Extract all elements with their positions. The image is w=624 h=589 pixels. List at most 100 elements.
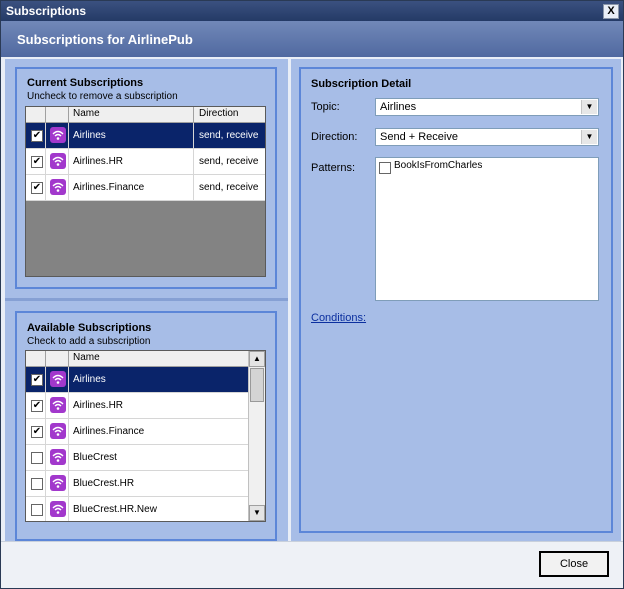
icon-cell <box>46 393 69 418</box>
subscription-detail-group: Subscription Detail Topic: Airlines ▼ Di… <box>299 67 613 533</box>
vertical-scrollbar[interactable]: ▲ ▼ <box>248 351 265 521</box>
wifi-signal-icon <box>50 423 66 439</box>
topic-label: Topic: <box>311 101 340 113</box>
icon-cell <box>46 367 69 392</box>
topic-dropdown[interactable]: Airlines ▼ <box>375 98 599 116</box>
current-subscriptions-hint: Uncheck to remove a subscription <box>27 91 178 102</box>
name-cell: Airlines <box>73 374 106 385</box>
header-name-col[interactable]: Name <box>69 107 194 122</box>
check-cell <box>26 471 46 496</box>
patterns-label: Patterns: <box>311 162 356 174</box>
wifi-signal-icon <box>50 501 66 517</box>
subscription-checkbox[interactable] <box>31 478 43 490</box>
wifi-signal-icon <box>50 179 66 195</box>
list-item[interactable]: BlueCrest.HR <box>26 471 248 497</box>
wifi-signal-icon <box>50 449 66 465</box>
wifi-signal-icon <box>50 475 66 491</box>
check-cell: ✔ <box>26 419 46 444</box>
check-cell: ✔ <box>26 367 46 392</box>
pattern-label: BookIsFromCharles <box>394 160 483 171</box>
wifi-signal-icon <box>50 397 66 413</box>
patterns-list[interactable]: BookIsFromCharles <box>375 157 599 301</box>
icon-cell <box>46 445 69 470</box>
check-cell: ✔ <box>26 123 46 148</box>
direction-cell: send, receive <box>199 156 259 167</box>
list-item[interactable]: BlueCrest.HR.New <box>26 497 248 521</box>
subscription-checkbox[interactable] <box>31 452 43 464</box>
icon-cell <box>46 149 69 174</box>
wifi-signal-icon <box>50 153 66 169</box>
name-cell: Airlines <box>69 123 194 148</box>
subscriptions-window: Subscriptions X Subscriptions for Airlin… <box>0 0 624 589</box>
scroll-down-button[interactable]: ▼ <box>249 505 265 521</box>
name-cell: Airlines.HR <box>73 400 124 411</box>
close-icon: X <box>607 5 615 17</box>
name-cell: Airlines.Finance <box>69 175 194 200</box>
subscription-checkbox[interactable]: ✔ <box>31 182 43 194</box>
icon-cell <box>46 419 69 444</box>
conditions-link[interactable]: Conditions: <box>311 312 366 324</box>
available-subscriptions-grid: Name ✔ Airlines ✔ Airlines.HR ✔ Airlines… <box>25 350 266 522</box>
list-item[interactable]: BlueCrest <box>26 445 248 471</box>
header-icon-col <box>46 351 69 366</box>
wifi-signal-icon <box>50 371 66 387</box>
subscription-checkbox[interactable] <box>31 504 43 516</box>
header-check-col <box>26 107 46 122</box>
subscription-checkbox[interactable]: ✔ <box>31 374 43 386</box>
check-cell: ✔ <box>26 393 46 418</box>
grid-header: Name Direction <box>26 107 265 123</box>
topic-value: Airlines <box>380 101 417 113</box>
direction-cell: send, receive <box>199 182 259 193</box>
subscription-checkbox[interactable]: ✔ <box>31 426 43 438</box>
title-bar: Subscriptions X <box>1 1 623 21</box>
column-name-label: Name <box>73 108 100 119</box>
name-cell: Airlines.Finance <box>73 426 145 437</box>
header-title: Subscriptions for AirlinePub <box>17 32 193 47</box>
icon-cell <box>46 497 69 521</box>
close-button[interactable]: Close <box>539 551 609 577</box>
table-row[interactable]: ✔ Airlines.HR send, receive <box>26 149 265 175</box>
available-subscriptions-title: Available Subscriptions <box>27 322 152 334</box>
chevron-down-icon[interactable]: ▼ <box>581 130 597 144</box>
pane-splitter[interactable] <box>5 298 288 301</box>
scroll-thumb[interactable] <box>250 368 264 402</box>
header-icon-col <box>46 107 69 122</box>
subscription-checkbox[interactable]: ✔ <box>31 130 43 142</box>
name-cell: BlueCrest.HR.New <box>73 504 157 515</box>
direction-value: Send + Receive <box>380 131 458 143</box>
direction-label: Direction: <box>311 131 358 143</box>
name-cell: Airlines.HR <box>69 149 194 174</box>
subscription-checkbox[interactable]: ✔ <box>31 400 43 412</box>
current-subscriptions-group: Current Subscriptions Uncheck to remove … <box>15 67 277 289</box>
direction-dropdown[interactable]: Send + Receive ▼ <box>375 128 599 146</box>
subscription-checkbox[interactable]: ✔ <box>31 156 43 168</box>
table-row[interactable]: ✔ Airlines.Finance send, receive <box>26 175 265 201</box>
name-cell: BlueCrest <box>73 452 117 463</box>
close-window-button[interactable]: X <box>603 4 619 19</box>
check-cell <box>26 497 46 521</box>
wifi-signal-icon <box>50 127 66 143</box>
icon-cell <box>46 123 69 148</box>
list-item[interactable]: ✔ Airlines.Finance <box>26 419 248 445</box>
header-banner: Subscriptions for AirlinePub <box>1 21 623 57</box>
list-item[interactable]: ✔ Airlines <box>26 367 248 393</box>
header-direction-col[interactable]: Direction <box>195 107 265 122</box>
pattern-checkbox[interactable] <box>379 162 391 174</box>
window-title: Subscriptions <box>6 4 87 18</box>
icon-cell <box>46 471 69 496</box>
header-check-col <box>26 351 46 366</box>
icon-cell <box>46 175 69 200</box>
available-subscriptions-group: Available Subscriptions Check to add a s… <box>15 311 277 541</box>
check-cell: ✔ <box>26 175 46 200</box>
chevron-down-icon[interactable]: ▼ <box>581 100 597 114</box>
header-name-col[interactable]: Name <box>69 351 248 366</box>
subscription-detail-title: Subscription Detail <box>311 78 412 90</box>
current-subscriptions-title: Current Subscriptions <box>27 77 144 89</box>
check-cell <box>26 445 46 470</box>
table-row[interactable]: ✔ Airlines send, receive <box>26 123 265 149</box>
scroll-up-button[interactable]: ▲ <box>249 351 265 367</box>
check-cell: ✔ <box>26 149 46 174</box>
list-item[interactable]: ✔ Airlines.HR <box>26 393 248 419</box>
current-subscriptions-grid: Name Direction ✔ Airlines send, receive <box>25 106 266 277</box>
footer-bar: Close <box>1 541 623 588</box>
